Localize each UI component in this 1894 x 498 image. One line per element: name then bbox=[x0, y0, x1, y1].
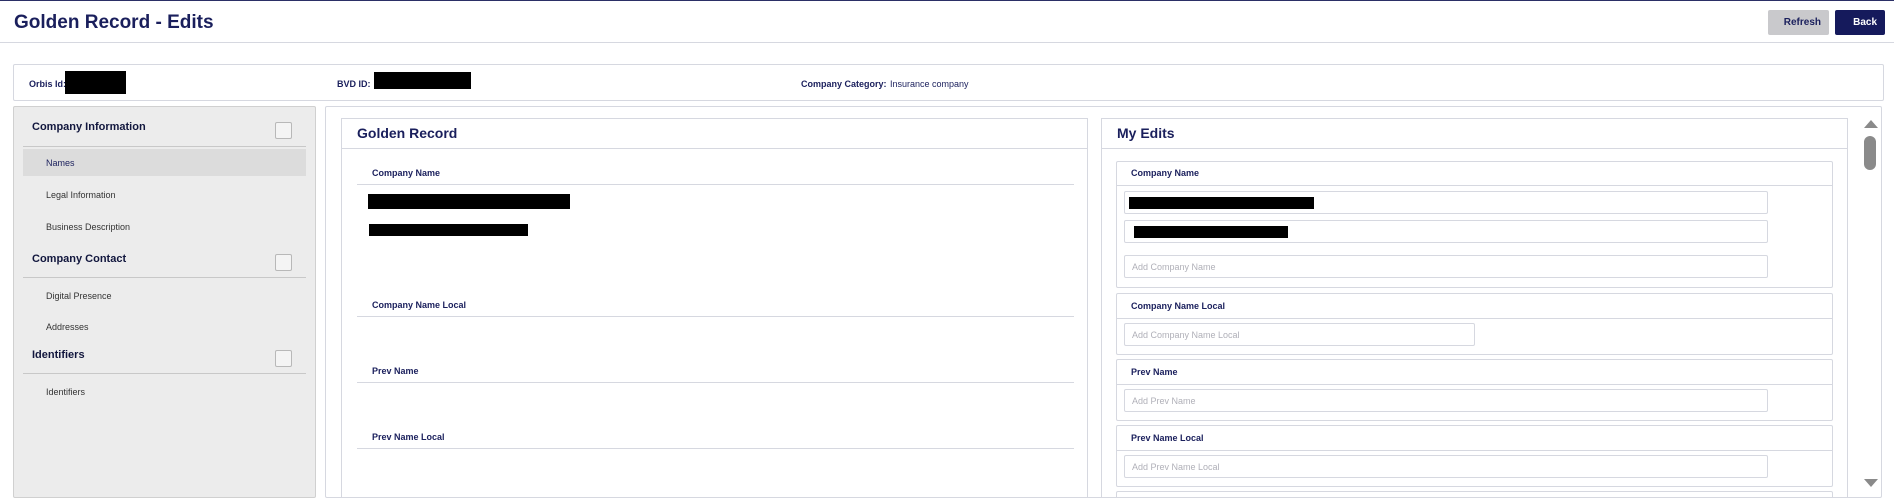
me-prev-name-card: Prev Name bbox=[1116, 359, 1833, 421]
divider bbox=[1117, 185, 1832, 186]
sidebar-item-names[interactable]: Names bbox=[23, 149, 306, 176]
me-company-name-card: Company Name bbox=[1116, 161, 1833, 288]
divider bbox=[23, 373, 306, 374]
add-company-name-local-input[interactable] bbox=[1124, 323, 1475, 346]
divider bbox=[1117, 384, 1832, 385]
company-contact-checkbox[interactable] bbox=[275, 254, 292, 271]
me-company-name-local-label: Company Name Local bbox=[1131, 301, 1226, 311]
gr-company-name-redacted-value bbox=[368, 194, 570, 209]
sidebar-item-digital-presence[interactable]: Digital Presence bbox=[23, 282, 306, 309]
bvd-id-redacted-value bbox=[374, 72, 471, 89]
my-edits-panel: My Edits Company Name Company Name Local… bbox=[1101, 118, 1848, 498]
gr-prev-name-label: Prev Name bbox=[372, 366, 419, 376]
add-prev-name-local-input[interactable] bbox=[1124, 455, 1768, 478]
add-prev-name-input[interactable] bbox=[1124, 389, 1768, 412]
sidebar-item-addresses[interactable]: Addresses bbox=[23, 313, 306, 340]
company-category-label: Company Category: bbox=[801, 79, 887, 89]
divider bbox=[342, 148, 1087, 149]
sidebar: Company Information Names Legal Informat… bbox=[13, 106, 316, 498]
divider bbox=[357, 184, 1074, 185]
golden-record-title: Golden Record bbox=[357, 125, 458, 141]
divider bbox=[1117, 450, 1832, 451]
company-info-bar: Orbis Id: BVD ID: Company Category: Insu… bbox=[13, 64, 1884, 101]
sidebar-item-identifiers[interactable]: Identifiers bbox=[23, 378, 306, 405]
sidebar-section-company-information[interactable]: Company Information bbox=[32, 121, 146, 133]
me-company-name-input[interactable] bbox=[1124, 220, 1768, 243]
divider bbox=[23, 277, 306, 278]
divider bbox=[1117, 318, 1832, 319]
me-prev-name-local-label: Prev Name Local bbox=[1131, 433, 1204, 443]
identifiers-checkbox[interactable] bbox=[275, 350, 292, 367]
divider bbox=[357, 316, 1074, 317]
gr-prev-name-local-label: Prev Name Local bbox=[372, 432, 445, 442]
sidebar-section-identifiers[interactable]: Identifiers bbox=[32, 349, 85, 361]
me-company-name-local-card: Company Name Local bbox=[1116, 293, 1833, 355]
divider bbox=[1102, 148, 1847, 149]
company-information-checkbox[interactable] bbox=[275, 122, 292, 139]
divider bbox=[357, 448, 1074, 449]
sidebar-section-company-contact[interactable]: Company Contact bbox=[32, 253, 126, 265]
back-button[interactable]: Back bbox=[1835, 10, 1885, 35]
scrollbar[interactable] bbox=[1863, 118, 1878, 488]
sidebar-item-legal-information[interactable]: Legal Information bbox=[23, 181, 306, 208]
me-prev-name-local-card: Prev Name Local bbox=[1116, 425, 1833, 487]
golden-record-panel: Golden Record Company Name Company Name … bbox=[341, 118, 1088, 498]
orbis-id-label: Orbis Id: bbox=[29, 79, 67, 89]
my-edits-title: My Edits bbox=[1117, 125, 1175, 141]
add-company-name-input[interactable] bbox=[1124, 255, 1768, 278]
company-category-value: Insurance company bbox=[890, 79, 969, 89]
sidebar-item-business-description[interactable]: Business Description bbox=[23, 213, 306, 240]
gr-company-name-label: Company Name bbox=[372, 168, 441, 178]
orbis-id-redacted-value bbox=[65, 71, 126, 94]
me-company-name-input[interactable] bbox=[1124, 191, 1768, 214]
me-prev-name-label: Prev Name bbox=[1131, 367, 1178, 377]
me-company-name-label: Company Name bbox=[1131, 168, 1200, 178]
scroll-thumb[interactable] bbox=[1864, 136, 1876, 170]
gr-company-name-local-label: Company Name Local bbox=[372, 300, 467, 310]
me-company-name-redacted-value bbox=[1134, 226, 1288, 238]
divider bbox=[23, 146, 306, 147]
bvd-id-label: BVD ID: bbox=[337, 79, 371, 89]
main-content: Golden Record Company Name Company Name … bbox=[325, 106, 1882, 498]
refresh-button[interactable]: Refresh bbox=[1768, 10, 1829, 35]
me-company-name-redacted-value bbox=[1129, 197, 1314, 209]
divider bbox=[357, 382, 1074, 383]
page-title: Golden Record - Edits bbox=[14, 12, 214, 33]
me-next-card bbox=[1116, 491, 1833, 498]
scroll-down-arrow-icon[interactable] bbox=[1864, 479, 1878, 487]
scroll-up-arrow-icon[interactable] bbox=[1864, 120, 1878, 128]
page-header: Golden Record - Edits Refresh Back bbox=[0, 1, 1894, 43]
gr-company-name-redacted-value bbox=[369, 224, 528, 236]
